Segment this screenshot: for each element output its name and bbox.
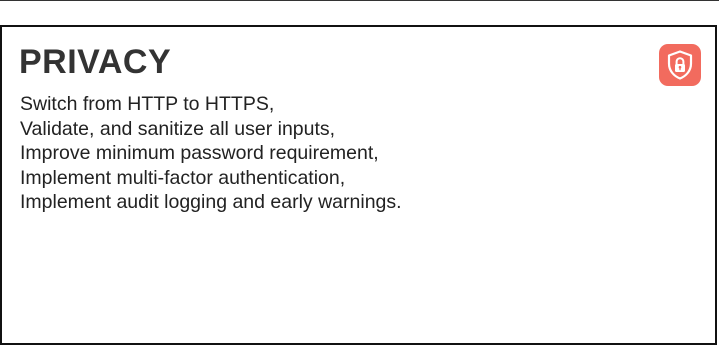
list-item: Implement multi-factor authentication, [20, 166, 346, 189]
list-item: Validate, and sanitize all user inputs, [20, 117, 336, 140]
list-item: Improve minimum password requirement, [20, 142, 379, 164]
card-title: PRIVACY [19, 43, 172, 81]
list-item: Implement audit logging and early warnin… [20, 191, 402, 213]
shield-lock-badge [659, 44, 701, 86]
privacy-measures-list: Switch from HTTP to HTTPS, Validate, and… [20, 92, 402, 215]
shield-lock-icon [667, 50, 693, 80]
top-divider [0, 0, 719, 1]
privacy-card: PRIVACY Switch from HTTP to HTTPS, Valid… [0, 25, 717, 345]
list-item: Switch from HTTP to HTTPS, [20, 93, 275, 115]
